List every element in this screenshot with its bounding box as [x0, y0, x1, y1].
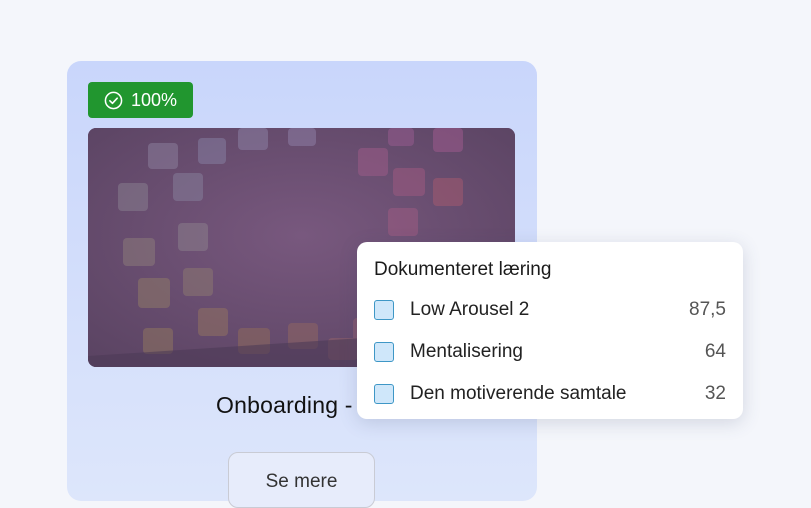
see-more-button[interactable]: Se mere [228, 452, 375, 508]
check-circle-icon [104, 91, 123, 109]
checkbox[interactable] [374, 384, 394, 404]
checkbox[interactable] [374, 300, 394, 320]
item-value: 64 [704, 341, 726, 362]
list-item[interactable]: Mentalisering 64 [374, 340, 726, 364]
item-value: 32 [704, 383, 726, 404]
item-label: Den motiverende samtale [410, 383, 627, 404]
progress-badge: 100% [88, 82, 193, 118]
item-label: Mentalisering [410, 341, 523, 362]
list-item[interactable]: Den motiverende samtale 32 [374, 382, 726, 406]
see-more-label: Se mere [265, 471, 338, 492]
popup-title: Dokumenteret læring [374, 259, 552, 280]
item-label: Low Arousel 2 [410, 299, 530, 320]
checkbox[interactable] [374, 342, 394, 362]
list-item[interactable]: Low Arousel 2 87,5 [374, 298, 726, 322]
documented-learning-popup: Dokumenteret læring Low Arousel 2 87,5 M… [357, 242, 743, 419]
progress-value: 100% [131, 89, 178, 110]
item-value: 87,5 [689, 299, 726, 320]
